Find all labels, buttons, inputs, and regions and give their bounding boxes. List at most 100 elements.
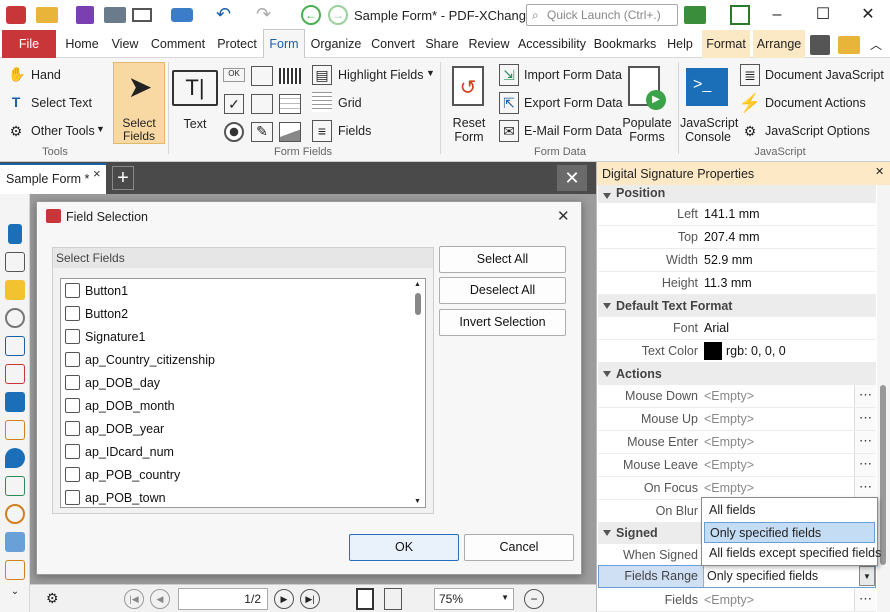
attachments-icon[interactable]: [5, 308, 25, 328]
settings-icon[interactable]: ⚙: [46, 590, 59, 607]
select-text-tool[interactable]: Select Text: [31, 96, 92, 110]
reset-form-button[interactable]: ↺ Reset Form: [444, 64, 494, 144]
radio-field-icon[interactable]: [224, 122, 244, 142]
quick-launch-input[interactable]: ⌕ Quick Launch (Ctrl+.): [526, 4, 678, 26]
tab-format[interactable]: Format: [702, 30, 750, 58]
deselect-all-button[interactable]: Deselect All: [439, 277, 566, 304]
highlight-chevron-icon[interactable]: ▼: [426, 68, 435, 78]
actions-section[interactable]: Actions: [598, 363, 876, 385]
minimize-button[interactable]: –: [754, 0, 800, 30]
list-item[interactable]: ap_Country_citizenship: [63, 349, 409, 372]
last-page-icon[interactable]: ▶|: [300, 589, 320, 609]
list-item[interactable]: Button2: [63, 303, 409, 326]
destinations-icon[interactable]: [5, 448, 25, 468]
prop-mouse-up[interactable]: Mouse Up <Empty> ⋯: [598, 408, 876, 431]
list-item[interactable]: ap_DOB_day: [63, 372, 409, 395]
other-tools-chevron-icon[interactable]: ▼: [96, 124, 105, 134]
date-field-icon[interactable]: [279, 94, 301, 114]
print-icon[interactable]: [104, 7, 126, 23]
pages-icon[interactable]: [5, 252, 25, 272]
checkbox-field-icon[interactable]: ✓: [224, 94, 244, 114]
content-icon[interactable]: [5, 420, 25, 440]
prop-mouse-enter[interactable]: Mouse Enter <Empty> ⋯: [598, 431, 876, 454]
email-form-data-button[interactable]: E-Mail Form Data: [524, 124, 622, 138]
prop-text-color[interactable]: Text Color rgb: 0, 0, 0: [598, 340, 876, 363]
scroll-up-icon[interactable]: ▲: [414, 281, 421, 288]
signature-field-icon[interactable]: ✎: [251, 122, 273, 142]
option-all-except[interactable]: All fields except specified fields: [704, 543, 881, 564]
page-number-input[interactable]: 1/2: [178, 588, 268, 610]
field-checkbox[interactable]: [65, 352, 80, 367]
option-all-fields[interactable]: All fields: [704, 500, 875, 521]
comments-icon[interactable]: [5, 280, 25, 300]
list-item[interactable]: Signature1: [63, 326, 409, 349]
option-only-specified[interactable]: Only specified fields: [704, 522, 875, 543]
color-swatch[interactable]: [704, 342, 722, 360]
more-button[interactable]: ⋯: [854, 431, 876, 453]
tab-accessibility[interactable]: Accessibility: [516, 30, 588, 58]
new-tab-button[interactable]: +: [112, 166, 134, 190]
signatures-icon[interactable]: [5, 364, 25, 384]
fields-button[interactable]: Fields: [338, 124, 371, 138]
scroll-thumb[interactable]: [880, 385, 886, 565]
javascript-console-button[interactable]: >_ JavaScript Console: [680, 64, 738, 144]
select-fields-button[interactable]: ➤ Select Fields: [113, 62, 165, 144]
prop-top[interactable]: Top 207.4 mm: [598, 226, 876, 249]
scan-icon[interactable]: [171, 8, 193, 22]
single-page-icon[interactable]: [356, 588, 374, 610]
list-item[interactable]: ap_DOB_year: [63, 418, 409, 441]
prev-page-icon[interactable]: ◀: [150, 589, 170, 609]
redo-icon[interactable]: ↷: [256, 4, 271, 25]
structure-icon[interactable]: [5, 476, 25, 496]
open-folder-icon[interactable]: [36, 7, 58, 23]
tab-share[interactable]: Share: [423, 30, 461, 58]
hand-tool[interactable]: Hand: [31, 68, 61, 82]
prop-mouse-leave[interactable]: Mouse Leave <Empty> ⋯: [598, 454, 876, 477]
tab-review[interactable]: Review: [466, 30, 512, 58]
prop-fields-range[interactable]: Fields Range Only specified fields ▼: [598, 565, 876, 588]
cancel-button[interactable]: Cancel: [464, 534, 574, 561]
first-page-icon[interactable]: |◀: [124, 589, 144, 609]
tab-home[interactable]: Home: [60, 30, 104, 58]
close-document-button[interactable]: ✕: [557, 165, 587, 191]
order-icon[interactable]: [5, 560, 25, 580]
collapse-ribbon-icon[interactable]: ︿: [870, 36, 882, 53]
list-scrollbar[interactable]: ▲ ▼: [413, 281, 423, 505]
prop-font[interactable]: Font Arial: [598, 317, 876, 340]
more-button[interactable]: ⋯: [854, 454, 876, 476]
invert-selection-button[interactable]: Invert Selection: [439, 309, 566, 336]
panel-close-icon[interactable]: ✕: [875, 165, 884, 178]
select-all-button[interactable]: Select All: [439, 246, 566, 273]
forward-icon[interactable]: →: [328, 5, 348, 25]
prop-mouse-down[interactable]: Mouse Down <Empty> ⋯: [598, 385, 876, 408]
links-icon[interactable]: [5, 504, 25, 524]
undo-icon[interactable]: ↶: [216, 4, 231, 25]
document-tab[interactable]: Sample Form *: [0, 163, 106, 194]
field-checkbox[interactable]: [65, 398, 80, 413]
populate-forms-button[interactable]: ▶ Populate Forms: [620, 64, 674, 144]
list-item[interactable]: ap_POB_country: [63, 464, 409, 487]
save-icon[interactable]: [76, 6, 94, 24]
zoom-out-icon[interactable]: −: [524, 589, 544, 609]
grid-button[interactable]: Grid: [338, 96, 362, 110]
chevron-down-icon[interactable]: ▼: [859, 566, 875, 586]
layers-icon[interactable]: [5, 392, 25, 412]
fields-range-select[interactable]: Only specified fields ▼: [703, 566, 875, 587]
prop-left[interactable]: Left 141.1 mm: [598, 203, 876, 226]
email-icon[interactable]: [132, 8, 152, 22]
next-page-icon[interactable]: ▶: [274, 589, 294, 609]
field-checkbox[interactable]: [65, 283, 80, 298]
dialog-close-button[interactable]: ✕: [557, 207, 570, 225]
scroll-down-icon[interactable]: ▼: [414, 498, 421, 505]
field-checkbox[interactable]: [65, 375, 80, 390]
prop-height[interactable]: Height 11.3 mm: [598, 272, 876, 295]
more-button[interactable]: ⋯: [854, 385, 876, 407]
scroll-thumb[interactable]: [415, 293, 421, 315]
fields-list[interactable]: Button1 Button2 Signature1 ap_Country_ci…: [60, 278, 426, 508]
combobox-field-icon[interactable]: [251, 94, 273, 114]
list-item[interactable]: ap_DOB_month: [63, 395, 409, 418]
position-section[interactable]: Position: [598, 185, 876, 203]
javascript-options-button[interactable]: JavaScript Options: [765, 124, 870, 138]
close-window-button[interactable]: ✕: [845, 0, 890, 30]
bookmarks-icon[interactable]: [8, 224, 22, 244]
